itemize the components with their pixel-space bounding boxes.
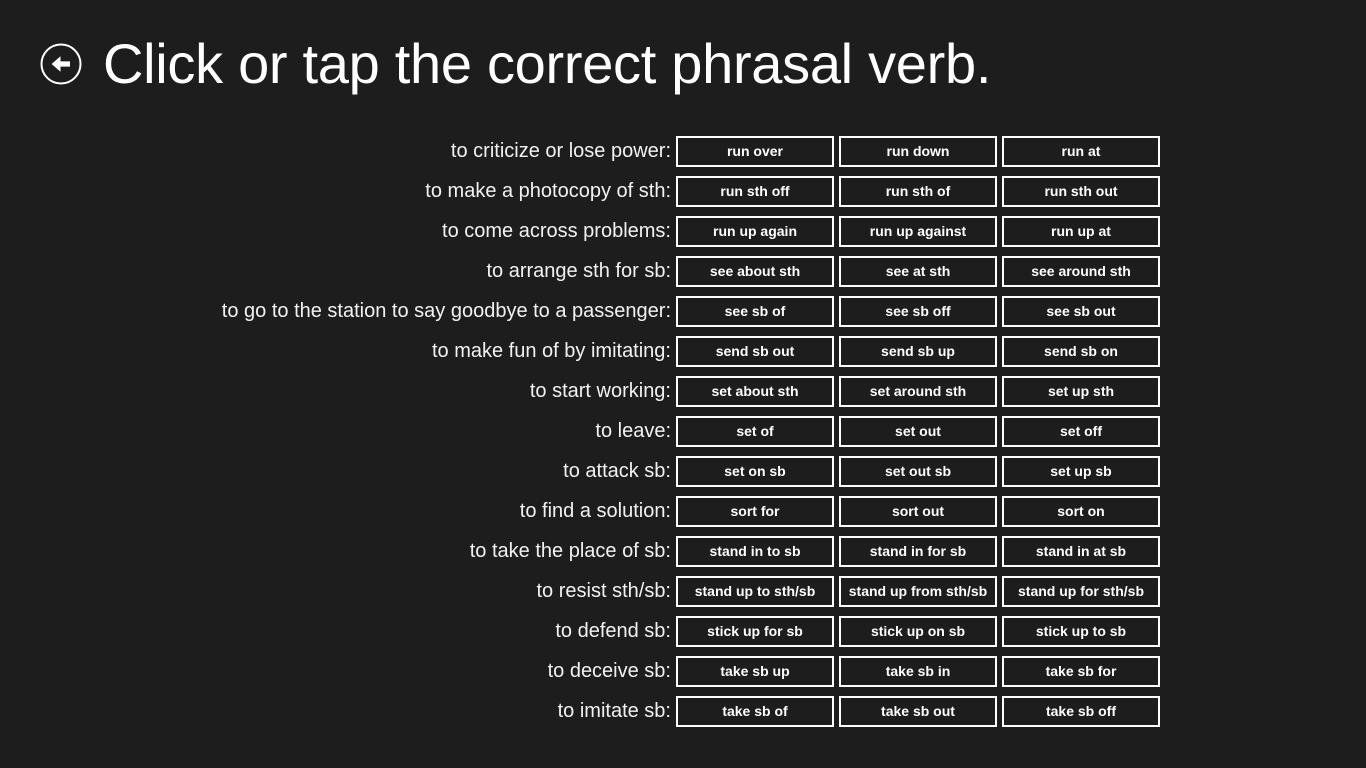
definition-label: to defend sb: bbox=[555, 621, 671, 641]
page-title: Click or tap the correct phrasal verb. bbox=[103, 32, 992, 95]
quiz-row: to come across problems: run up again run … bbox=[0, 211, 1366, 251]
answer-options: set of set out set off bbox=[676, 415, 1160, 447]
answer-option-button[interactable]: take sb off bbox=[1002, 695, 1160, 727]
quiz-row: to find a solution: sort for sort out sort … bbox=[0, 491, 1366, 531]
answer-option-button[interactable]: take sb for bbox=[1002, 655, 1160, 687]
quiz-row: to make a photocopy of sth: run sth off ru… bbox=[0, 171, 1366, 211]
definition-label: to go to the station to say goodbye to a… bbox=[221, 301, 671, 321]
definition-label: to come across problems: bbox=[442, 221, 671, 241]
answer-options: run over run down run at bbox=[676, 135, 1160, 167]
answer-option-button[interactable]: set out bbox=[839, 415, 997, 447]
answer-option-button[interactable]: set off bbox=[1002, 415, 1160, 447]
answer-options: set about sth set around sth set up sth bbox=[676, 375, 1160, 407]
definition-label: to find a solution: bbox=[519, 501, 671, 521]
answer-option-button[interactable]: stand up for sth/sb bbox=[1002, 575, 1160, 607]
quiz-grid: to criticize or lose power: run over run d… bbox=[0, 131, 1366, 731]
back-arrow-circle-icon[interactable] bbox=[38, 41, 84, 87]
quiz-row: to start working: set about sth set around… bbox=[0, 371, 1366, 411]
answer-option-button[interactable]: run down bbox=[839, 135, 997, 167]
quiz-row: to criticize or lose power: run over run d… bbox=[0, 131, 1366, 171]
quiz-row: to arrange sth for sb: see about sth see a… bbox=[0, 251, 1366, 291]
answer-option-button[interactable]: take sb in bbox=[839, 655, 997, 687]
answer-option-button[interactable]: run over bbox=[676, 135, 834, 167]
answer-option-button[interactable]: stand in for sb bbox=[839, 535, 997, 567]
answer-option-button[interactable]: stand up from sth/sb bbox=[839, 575, 997, 607]
answer-option-button[interactable]: sort on bbox=[1002, 495, 1160, 527]
answer-option-button[interactable]: set out sb bbox=[839, 455, 997, 487]
definition-label: to attack sb: bbox=[563, 461, 671, 481]
answer-options: see sb of see sb off see sb out bbox=[676, 295, 1160, 327]
answer-options: send sb out send sb up send sb on bbox=[676, 335, 1160, 367]
answer-option-button[interactable]: run at bbox=[1002, 135, 1160, 167]
answer-options: run up again run up against run up at bbox=[676, 215, 1160, 247]
answer-options: sort for sort out sort on bbox=[676, 495, 1160, 527]
quiz-row: to take the place of sb: stand in to sb st… bbox=[0, 531, 1366, 571]
answer-option-button[interactable]: run up again bbox=[676, 215, 834, 247]
answer-option-button[interactable]: run sth out bbox=[1002, 175, 1160, 207]
answer-option-button[interactable]: stick up on sb bbox=[839, 615, 997, 647]
answer-option-button[interactable]: set up sth bbox=[1002, 375, 1160, 407]
answer-option-button[interactable]: see sb out bbox=[1002, 295, 1160, 327]
definition-label: to take the place of sb: bbox=[469, 541, 671, 561]
quiz-row: to make fun of by imitating: send sb out s… bbox=[0, 331, 1366, 371]
quiz-row: to deceive sb: take sb up take sb in take s… bbox=[0, 651, 1366, 691]
definition-label: to start working: bbox=[529, 381, 671, 401]
answer-options: set on sb set out sb set up sb bbox=[676, 455, 1160, 487]
answer-option-button[interactable]: sort for bbox=[676, 495, 834, 527]
answer-option-button[interactable]: set around sth bbox=[839, 375, 997, 407]
definition-label: to imitate sb: bbox=[557, 701, 671, 721]
definition-label: to make fun of by imitating: bbox=[431, 341, 671, 361]
answer-option-button[interactable]: stand in at sb bbox=[1002, 535, 1160, 567]
answer-option-button[interactable]: run up at bbox=[1002, 215, 1160, 247]
quiz-row: to go to the station to say goodbye to a… bbox=[0, 291, 1366, 331]
answer-option-button[interactable]: send sb on bbox=[1002, 335, 1160, 367]
answer-option-button[interactable]: set up sb bbox=[1002, 455, 1160, 487]
answer-option-button[interactable]: stick up for sb bbox=[676, 615, 834, 647]
answer-options: stand up to sth/sb stand up from sth/sb st… bbox=[676, 575, 1160, 607]
answer-option-button[interactable]: set about sth bbox=[676, 375, 834, 407]
answer-option-button[interactable]: stand in to sb bbox=[676, 535, 834, 567]
app-header: Click or tap the correct phrasal verb. bbox=[0, 0, 1366, 128]
answer-option-button[interactable]: run sth of bbox=[839, 175, 997, 207]
quiz-row: to imitate sb: take sb of take sb out take … bbox=[0, 691, 1366, 731]
definition-label: to leave: bbox=[595, 421, 671, 441]
answer-option-button[interactable]: set of bbox=[676, 415, 834, 447]
answer-options: stand in to sb stand in for sb stand in at… bbox=[676, 535, 1160, 567]
quiz-row: to resist sth/sb: stand up to sth/sb stand… bbox=[0, 571, 1366, 611]
quiz-row: to attack sb: set on sb set out sb set up s… bbox=[0, 451, 1366, 491]
answer-option-button[interactable]: see about sth bbox=[676, 255, 834, 287]
answer-option-button[interactable]: see around sth bbox=[1002, 255, 1160, 287]
answer-option-button[interactable]: send sb out bbox=[676, 335, 834, 367]
definition-label: to criticize or lose power: bbox=[450, 141, 671, 161]
definition-label: to arrange sth for sb: bbox=[486, 261, 671, 281]
answer-option-button[interactable]: take sb of bbox=[676, 695, 834, 727]
definition-label: to deceive sb: bbox=[547, 661, 671, 681]
answer-option-button[interactable]: see sb off bbox=[839, 295, 997, 327]
answer-options: run sth off run sth of run sth out bbox=[676, 175, 1160, 207]
answer-option-button[interactable]: run sth off bbox=[676, 175, 834, 207]
answer-options: see about sth see at sth see around sth bbox=[676, 255, 1160, 287]
definition-label: to make a photocopy of sth: bbox=[425, 181, 671, 201]
answer-option-button[interactable]: take sb out bbox=[839, 695, 997, 727]
answer-option-button[interactable]: run up against bbox=[839, 215, 997, 247]
answer-option-button[interactable]: see sb of bbox=[676, 295, 834, 327]
answer-option-button[interactable]: see at sth bbox=[839, 255, 997, 287]
answer-options: stick up for sb stick up on sb stick up to… bbox=[676, 615, 1160, 647]
answer-option-button[interactable]: take sb up bbox=[676, 655, 834, 687]
quiz-row: to leave: set of set out set off bbox=[0, 411, 1366, 451]
answer-option-button[interactable]: send sb up bbox=[839, 335, 997, 367]
quiz-row: to defend sb: stick up for sb stick up on … bbox=[0, 611, 1366, 651]
answer-option-button[interactable]: set on sb bbox=[676, 455, 834, 487]
definition-label: to resist sth/sb: bbox=[536, 581, 672, 601]
answer-options: take sb up take sb in take sb for bbox=[676, 655, 1160, 687]
answer-option-button[interactable]: stick up to sb bbox=[1002, 615, 1160, 647]
answer-options: take sb of take sb out take sb off bbox=[676, 695, 1160, 727]
answer-option-button[interactable]: sort out bbox=[839, 495, 997, 527]
answer-option-button[interactable]: stand up to sth/sb bbox=[676, 575, 834, 607]
